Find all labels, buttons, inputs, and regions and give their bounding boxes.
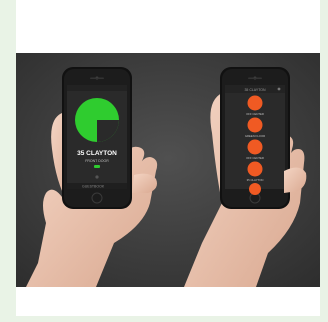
settings-icon[interactable] — [277, 87, 281, 91]
photo-illustration: 35 CLAYTON FRONT DOOR GUESTBOOK 35 CLAYT… — [16, 53, 320, 287]
right-phone-speaker — [248, 77, 262, 79]
door-button-label: GREEN FLOOR — [245, 134, 265, 138]
left-phone-speaker — [90, 77, 104, 79]
right-margin — [320, 0, 328, 322]
left-thumb — [132, 173, 157, 193]
status-indicator — [94, 165, 100, 168]
door-button-label: 35 CLAYTON — [247, 178, 264, 182]
door-button-4[interactable]: 35 CLAYTON — [247, 161, 264, 183]
guestbook-label[interactable]: GUESTBOOK — [82, 185, 105, 189]
left-phone: 35 CLAYTON FRONT DOOR GUESTBOOK — [62, 67, 132, 209]
product-photo: 35 CLAYTON FRONT DOOR GUESTBOOK 35 CLAYT… — [16, 53, 320, 287]
unlock-pie[interactable] — [75, 98, 119, 142]
door-button-label: OFF CENTER — [246, 156, 264, 160]
address-label: 35 CLAYTON — [77, 150, 117, 157]
door-label: FRONT DOOR — [85, 159, 109, 163]
left-margin — [0, 0, 16, 322]
door-button-5[interactable] — [249, 183, 261, 195]
page-dot — [95, 175, 99, 179]
bottom-margin — [0, 316, 328, 322]
right-header-label: 35 CLAYTON — [244, 88, 266, 92]
door-button-label: OFF CENTER — [246, 112, 264, 116]
page-frame: 35 CLAYTON FRONT DOOR GUESTBOOK 35 CLAYT… — [0, 0, 328, 322]
left-status-bar — [67, 85, 127, 91]
right-phone: 35 CLAYTON OFF CENTER GREEN FLOOR OFF CE… — [220, 67, 290, 209]
